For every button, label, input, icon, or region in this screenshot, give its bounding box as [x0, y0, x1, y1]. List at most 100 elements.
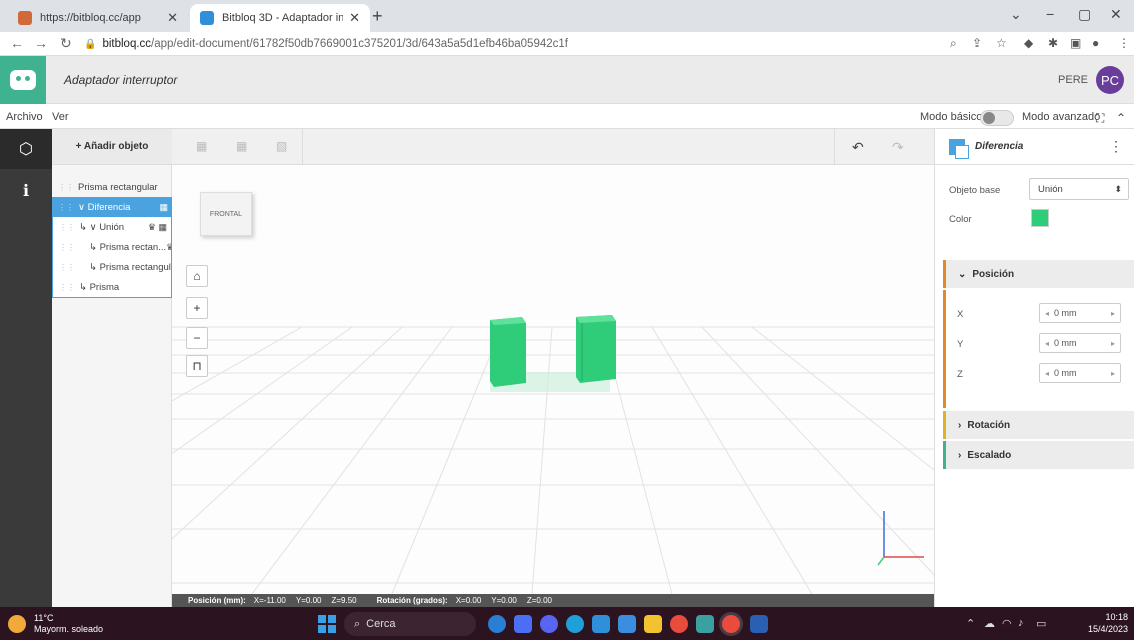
section-rotation-header[interactable]: › Rotación: [943, 411, 1134, 439]
chrome-profile-icon[interactable]: [722, 615, 740, 633]
menu-archivo[interactable]: Archivo: [6, 111, 43, 123]
decrement-icon[interactable]: ◂: [1040, 369, 1054, 378]
edge-icon[interactable]: [566, 615, 584, 633]
profile-icon[interactable]: ●: [1092, 36, 1099, 50]
position-label: Posición (mm):: [188, 596, 246, 605]
tree-item[interactable]: ⋮⋮ ↳ ∨ Unión ♛ ▦: [53, 217, 171, 237]
collapse-header-icon[interactable]: ⌃: [1116, 111, 1126, 125]
clock[interactable]: 10:18 15/4/2023: [1088, 611, 1128, 635]
tab-search-chevron-icon[interactable]: ⌄: [1010, 6, 1022, 23]
viewport-toolbar: ▦ ▦ ▧ ↶ ↷: [172, 129, 934, 165]
tree-item[interactable]: ⋮⋮ Prisma rectangular: [52, 177, 172, 197]
taskbar-search[interactable]: ⌕ Cerca: [344, 612, 476, 636]
fullscreen-icon[interactable]: ⛶: [1096, 111, 1104, 126]
more-options-icon[interactable]: ⋮: [1109, 138, 1123, 155]
section-scale-header[interactable]: › Escalado: [943, 441, 1134, 469]
3d-viewport[interactable]: FRONTAL ⌂ + − ⊓: [172, 165, 934, 594]
windows-start-icon[interactable]: [318, 615, 336, 633]
share-icon[interactable]: ⇪: [972, 36, 982, 50]
bookmark-star-icon[interactable]: ☆: [996, 36, 1007, 50]
copy-icon[interactable]: ▦: [159, 202, 168, 213]
undo-icon[interactable]: ↶: [852, 139, 864, 156]
increment-icon[interactable]: ▸: [1106, 369, 1120, 378]
x-input[interactable]: ◂ 0 mm ▸: [1039, 303, 1121, 323]
extension-icon[interactable]: ◆: [1024, 36, 1033, 50]
perspective-icon[interactable]: ⊓: [186, 355, 208, 377]
add-object-button[interactable]: + Añadir objeto: [52, 129, 172, 165]
ungroup-icon[interactable]: ▧: [276, 139, 287, 153]
file-explorer-icon[interactable]: [644, 615, 662, 633]
calendar-icon[interactable]: [696, 615, 714, 633]
zoom-in-icon[interactable]: +: [186, 297, 208, 319]
back-arrow-icon[interactable]: ←: [10, 35, 24, 51]
section-title: Posición: [972, 268, 1015, 280]
weather-text: Mayorm. soleado: [34, 624, 104, 634]
url-field[interactable]: 🔒 bitbloq.cc/app/edit-document/61782f50d…: [84, 34, 944, 54]
color-swatch[interactable]: [1031, 209, 1049, 227]
browser-tab-bitbloq-3d[interactable]: Bitbloq 3D - Adaptador interrupt ✕: [190, 4, 370, 32]
bing-icon[interactable]: [488, 615, 506, 633]
minimize-icon[interactable]: −: [1046, 6, 1054, 22]
battery-icon[interactable]: ▭: [1036, 617, 1046, 630]
tree-item-label: ↳ Prisma rectan...: [89, 241, 167, 253]
reload-icon[interactable]: ↻: [60, 35, 72, 52]
y-label: Y: [957, 339, 964, 350]
browser-tab-bitbloq-app[interactable]: https://bitbloq.cc/app ✕: [8, 4, 188, 32]
chat-icon[interactable]: [540, 615, 558, 633]
close-tab-icon[interactable]: ✕: [167, 10, 178, 26]
menu-bar: Archivo Ver Modo básico Modo avanzado ⛶ …: [0, 105, 1134, 129]
document-title[interactable]: Adaptador interruptor: [64, 73, 177, 87]
close-tab-icon[interactable]: ✕: [349, 10, 360, 26]
store-icon[interactable]: [618, 615, 636, 633]
rotation-label: Rotación (grados):: [376, 596, 448, 605]
volume-icon[interactable]: ♪: [1018, 617, 1024, 629]
increment-icon[interactable]: ▸: [1106, 309, 1120, 318]
tree-item-selected[interactable]: ⋮⋮ ∨ Diferencia ▦: [52, 197, 172, 217]
close-window-icon[interactable]: ✕: [1110, 6, 1122, 23]
search-label: Cerca: [366, 618, 396, 630]
chrome-icon[interactable]: [670, 615, 688, 633]
increment-icon[interactable]: ▸: [1106, 339, 1120, 348]
forward-arrow-icon[interactable]: →: [34, 35, 48, 51]
zoom-out-icon[interactable]: −: [186, 327, 208, 349]
clock-time: 10:18: [1105, 612, 1128, 622]
group-icon[interactable]: ▦: [236, 139, 247, 153]
tree-item[interactable]: ⋮⋮ ↳ Prisma: [53, 277, 171, 297]
new-tab-icon[interactable]: +: [372, 6, 383, 27]
extensions-puzzle-icon[interactable]: ✱: [1048, 36, 1058, 50]
zoom-icon[interactable]: ⌕: [950, 36, 957, 51]
home-view-icon[interactable]: ⌂: [186, 265, 208, 287]
duplicate-icon[interactable]: ▦: [196, 139, 207, 153]
section-position-header[interactable]: ⌄ Posición: [943, 260, 1134, 288]
decrement-icon[interactable]: ◂: [1040, 339, 1054, 348]
mode-toggle[interactable]: [980, 110, 1014, 126]
bitbloq-logo-icon[interactable]: [0, 56, 46, 104]
tray-chevron-icon[interactable]: ⌃: [966, 617, 975, 630]
menu-ver[interactable]: Ver: [52, 111, 69, 123]
wifi-icon[interactable]: ◠: [1002, 617, 1012, 630]
decrement-icon[interactable]: ◂: [1040, 309, 1054, 318]
tree-item-label: ∨ Diferencia: [78, 201, 131, 213]
crown-icon: ♛ ▦: [147, 221, 167, 232]
onedrive-icon[interactable]: ☁: [984, 617, 995, 630]
side-panel-icon[interactable]: ▣: [1070, 36, 1081, 50]
objects-cube-icon[interactable]: ⬡: [0, 129, 52, 169]
base-object-select[interactable]: Unión ⬍: [1029, 178, 1129, 200]
mail-icon[interactable]: [592, 615, 610, 633]
chevron-down-icon: ⌄: [958, 268, 967, 280]
chrome-menu-icon[interactable]: ⋮: [1118, 36, 1130, 50]
info-icon[interactable]: ℹ: [0, 171, 52, 211]
view-cube[interactable]: FRONTAL: [200, 192, 252, 236]
z-input[interactable]: ◂ 0 mm ▸: [1039, 363, 1121, 383]
properties-panel: Diferencia ⋮ Objeto base Unión ⬍ Color ⌄…: [934, 129, 1134, 607]
tree-item[interactable]: ⋮⋮ ↳ Prisma rectan... ♛: [53, 237, 171, 257]
operation-title: Diferencia: [975, 141, 1024, 152]
weather-widget[interactable]: 11°C Mayorm. soleado: [8, 613, 103, 635]
tree-item[interactable]: ⋮⋮ ↳ Prisma rectangul...: [53, 257, 171, 277]
task-view-icon[interactable]: [514, 615, 532, 633]
y-input[interactable]: ◂ 0 mm ▸: [1039, 333, 1121, 353]
avatar[interactable]: PC: [1096, 66, 1124, 94]
maximize-icon[interactable]: ▢: [1078, 6, 1091, 23]
redo-icon[interactable]: ↷: [892, 139, 904, 156]
word-icon[interactable]: [750, 615, 768, 633]
